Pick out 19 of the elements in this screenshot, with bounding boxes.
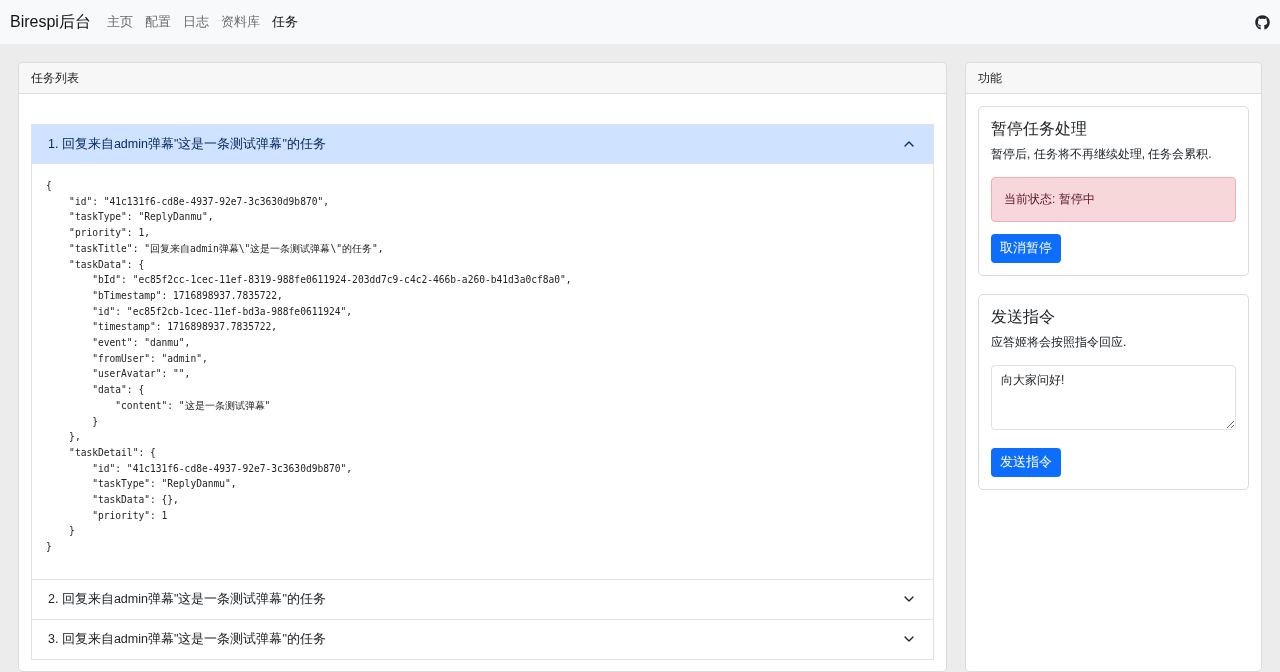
card-title: 功能 (978, 69, 1002, 87)
card-description: 应答姬将会按照指令回应. (991, 334, 1127, 351)
card-title: 任务列表 (31, 69, 79, 87)
nav-link[interactable]: 日志 (182, 13, 209, 31)
nav-link[interactable]: 配置 (144, 13, 171, 31)
card-heading: 暂停任务处理 (991, 119, 1087, 139)
nav-link[interactable]: 主页 (106, 13, 133, 31)
cancel-pause-button[interactable]: 取消暂停 (991, 234, 1061, 263)
github-icon[interactable] (1255, 14, 1270, 30)
nav-link[interactable]: 资料库 (220, 13, 260, 31)
command-input[interactable]: 向大家问好! (991, 365, 1236, 430)
send-command-button[interactable]: 发送指令 (991, 448, 1061, 477)
accordion-header[interactable]: 1. 回复来自admin弹幕"这是一条测试弹幕"的任务 (32, 125, 933, 164)
status-alert: 当前状态: 暂停中 (991, 177, 1236, 222)
brand-title: Birespi后台 (10, 11, 91, 32)
nav-link[interactable]: 任务 (271, 13, 298, 31)
card-description: 暂停后, 任务将不再继续处理, 任务会累积. (991, 146, 1212, 163)
card-heading: 发送指令 (991, 307, 1055, 327)
task-json-text: { "id": "41c131f6-cd8e-4937-92e7-3c3630d9b870", "taskType": "ReplyDanmu", "priority": 1, "taskTitle": "回复来自admin弹幕\"这是一条测试弹幕\"的任务", "taskData": { "bId": "ec85f2cc-1cec-11ef-8319-988fe0611924-203dd7c9-c4c2-466b-a260-b41d3a0cf8a0", "bTimestamp": 1716898937.7835722, "id": "ec85f2cb-1cec-11ef-bd3a-988fe0611924", "timestamp": 1716898937.7835722, "event": "danmu", "fromUser": "admin", "userAvatar": "", "data": { "content": "这是一条测试弹幕" } }, "taskDetail": { "id": "41c131f6-cd8e-4937-92e7-3c3630d9b870", "taskType": "ReplyDanmu", "taskData": {}, "priority": 1 } } (45, 179, 573, 555)
